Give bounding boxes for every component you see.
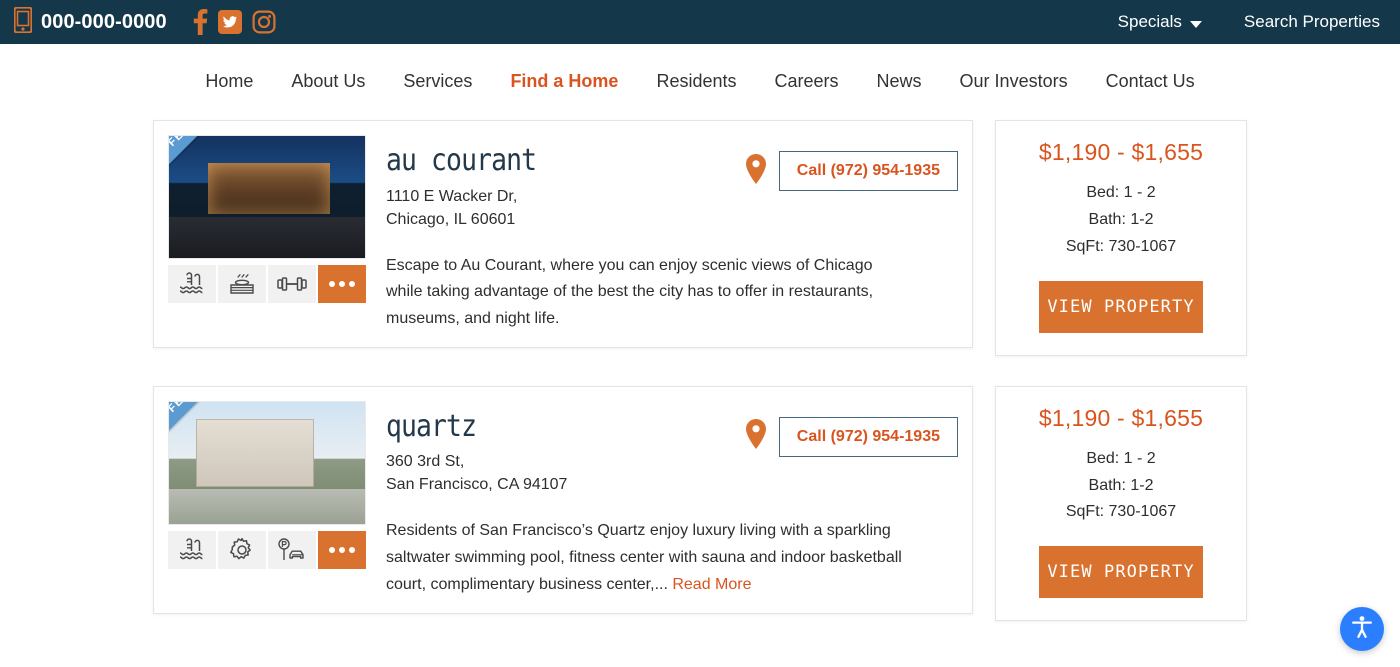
spec-sqft: SqFt: 730-1067	[1065, 503, 1177, 521]
nav-item-about-us[interactable]: About Us	[272, 72, 384, 90]
property-description: Escape to Au Courant, where you can enjo…	[386, 253, 911, 334]
specials-label: Specials	[1117, 12, 1182, 31]
description-text: Escape to Au Courant, where you can enjo…	[386, 256, 874, 328]
address-line-2: Chicago, IL 60601	[386, 210, 516, 228]
nav-item-residents[interactable]: Residents	[637, 72, 755, 90]
instagram-icon[interactable]	[252, 10, 276, 34]
accessibility-widget-button[interactable]	[1340, 607, 1384, 651]
property-media-column: FEATURED	[168, 135, 366, 333]
more-options-icon[interactable]	[318, 265, 366, 303]
listings-content: FEATURED	[0, 102, 1400, 622]
nav-item-our-investors[interactable]: Our Investors	[941, 72, 1087, 90]
social-links	[193, 9, 276, 35]
property-name-address: Au Courant 1110 E Wacker Dr, Chicago, IL…	[386, 145, 557, 231]
property-header: Au Courant 1110 E Wacker Dr, Chicago, IL…	[386, 145, 958, 231]
property-photo-wrap[interactable]: FEATURED	[168, 400, 366, 525]
property-address: 1110 E Wacker Dr, Chicago, IL 60601	[386, 185, 557, 231]
call-group: Call (972) 954-1935	[743, 145, 958, 191]
price-range: $1,190 - $1,655	[1038, 404, 1204, 431]
twitter-icon[interactable]	[217, 10, 242, 34]
property-title[interactable]: Au Courant	[386, 145, 537, 177]
description-text: Residents of San Francisco’s Quartz enjo…	[386, 522, 902, 593]
search-properties-link[interactable]: Search Properties	[1244, 12, 1380, 32]
property-media-column: FEATURED	[168, 400, 366, 599]
price-panel: $1,190 - $1,655 Bed: 1 - 2 Bath: 1-2 SqF…	[995, 120, 1247, 356]
ellipsis-dots	[329, 546, 355, 553]
call-button[interactable]: Call (972) 954-1935	[778, 151, 958, 191]
top-utility-bar: 000-000-0000 Specials Search Properties	[0, 0, 1400, 44]
gear-icon[interactable]	[218, 530, 266, 569]
mobile-phone-icon	[13, 5, 33, 38]
property-address: 360 3rd St, San Francisco, CA 94107	[386, 450, 567, 496]
sauna-icon[interactable]	[218, 265, 266, 303]
listings-container: FEATURED	[153, 120, 1247, 622]
facebook-icon[interactable]	[193, 9, 208, 35]
search-properties-label: Search Properties	[1243, 12, 1380, 31]
read-more-link[interactable]: Read More	[672, 576, 751, 593]
spec-sqft: SqFt: 730-1067	[1065, 237, 1177, 255]
property-card[interactable]: FEATURED	[153, 385, 973, 614]
phone-number: 000-000-0000	[41, 10, 167, 33]
swimming-pool-icon[interactable]	[168, 530, 216, 569]
spec-bed: Bed: 1 - 2	[1086, 449, 1156, 467]
specials-menu[interactable]: Specials	[1118, 12, 1202, 32]
property-detail-column: Au Courant 1110 E Wacker Dr, Chicago, IL…	[382, 135, 958, 333]
property-detail-column: Quartz 360 3rd St, San Francisco, CA 941…	[382, 401, 958, 599]
spec-bath: Bath: 1-2	[1088, 210, 1154, 228]
nav-item-news[interactable]: News	[858, 72, 941, 90]
main-navigation: Home About Us Services Find a Home Resid…	[0, 44, 1400, 102]
listing-row: FEATURED	[153, 385, 1247, 622]
amenity-icon-row	[168, 530, 366, 569]
view-property-button[interactable]: View Property	[1039, 280, 1203, 333]
property-photo	[169, 401, 365, 524]
property-name-address: Quartz 360 3rd St, San Francisco, CA 941…	[386, 411, 567, 497]
call-group: Call (972) 954-1935	[743, 411, 958, 457]
spec-list: Bed: 1 - 2 Bath: 1-2 SqFt: 730-1067	[1012, 446, 1230, 527]
more-options-icon[interactable]	[318, 530, 366, 569]
listing-row: FEATURED	[153, 120, 1247, 356]
price-range: $1,190 - $1,655	[1038, 139, 1204, 165]
property-title[interactable]: Quartz	[386, 411, 546, 443]
property-photo	[169, 136, 365, 258]
address-line-1: 360 3rd St,	[386, 453, 465, 471]
property-header: Quartz 360 3rd St, San Francisco, CA 941…	[386, 411, 958, 497]
ellipsis-dots	[329, 281, 355, 287]
spec-bath: Bath: 1-2	[1088, 476, 1154, 494]
call-button[interactable]: Call (972) 954-1935	[778, 416, 958, 457]
property-card[interactable]: FEATURED	[153, 120, 973, 349]
address-line-2: San Francisco, CA 94107	[386, 476, 568, 494]
accessibility-person-icon	[1349, 614, 1375, 645]
phone-contact[interactable]: 000-000-0000	[13, 5, 167, 38]
amenity-icon-row	[168, 265, 366, 303]
spec-bed: Bed: 1 - 2	[1086, 184, 1156, 201]
topbar-right-group: Specials Search Properties	[1118, 12, 1380, 32]
property-photo-wrap[interactable]: FEATURED	[168, 135, 366, 259]
nav-item-careers[interactable]: Careers	[756, 72, 858, 90]
fitness-dumbbell-icon[interactable]	[268, 265, 316, 303]
view-property-button[interactable]: View Property	[1039, 546, 1203, 599]
nav-item-home[interactable]: Home	[186, 72, 272, 90]
address-line-1: 1110 E Wacker Dr,	[386, 187, 518, 205]
map-pin-icon[interactable]	[743, 418, 769, 455]
spec-list: Bed: 1 - 2 Bath: 1-2 SqFt: 730-1067	[1012, 180, 1230, 261]
parking-icon[interactable]	[268, 530, 316, 569]
property-description: Residents of San Francisco’s Quartz enjo…	[386, 518, 911, 599]
chevron-down-icon	[1189, 20, 1202, 28]
nav-item-contact-us[interactable]: Contact Us	[1087, 72, 1214, 90]
price-panel: $1,190 - $1,655 Bed: 1 - 2 Bath: 1-2 SqF…	[995, 385, 1247, 622]
nav-item-find-a-home[interactable]: Find a Home	[491, 72, 637, 90]
map-pin-icon[interactable]	[743, 153, 769, 190]
nav-item-services[interactable]: Services	[384, 72, 491, 90]
swimming-pool-icon[interactable]	[168, 265, 216, 303]
topbar-left-group: 000-000-0000	[13, 5, 276, 38]
